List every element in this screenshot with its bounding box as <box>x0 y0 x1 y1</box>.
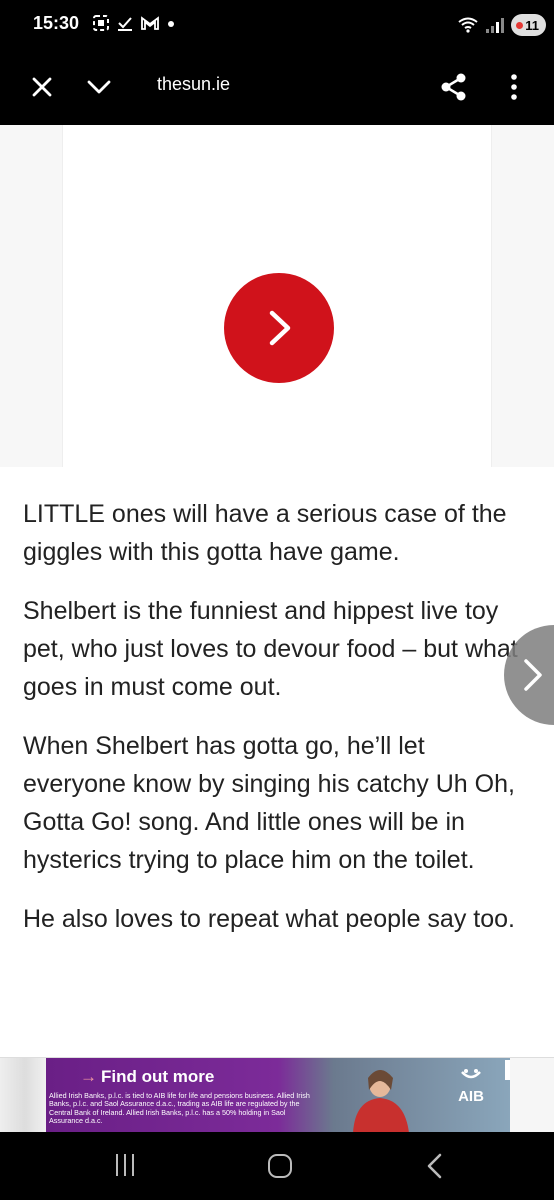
back-icon[interactable] <box>423 1152 447 1180</box>
dot-icon <box>168 21 174 27</box>
notification-icons <box>92 14 176 32</box>
cta-label: Find out more <box>101 1067 215 1086</box>
status-bar: 15:30 11 <box>0 0 554 50</box>
banner-edge <box>0 1058 50 1133</box>
status-time: 15:30 <box>33 13 80 33</box>
article-paragraph: He also loves to repeat what people say … <box>23 905 515 933</box>
download-done-icon <box>118 17 132 31</box>
recent-apps-icon[interactable] <box>113 1154 137 1178</box>
article-paragraph: Shelbert is the funniest and hippest liv… <box>23 597 518 701</box>
ad-person-image <box>353 1070 409 1133</box>
battery-level: 11 <box>525 17 539 33</box>
find-out-more-link[interactable]: → Find out more <box>80 1067 214 1087</box>
ad-banner: → Find out more Allied Irish Banks, p.l.c… <box>0 1057 554 1133</box>
browser-toolbar: thesun.ie <box>0 50 554 125</box>
navigation-bar <box>0 1132 554 1200</box>
video-ad-area <box>0 125 554 467</box>
more-vert-icon <box>511 74 517 100</box>
more-options-button[interactable] <box>500 69 528 105</box>
close-icon <box>32 77 52 97</box>
battery-icon: 11 <box>511 14 546 36</box>
chevron-right-icon <box>524 659 542 691</box>
wifi-icon <box>458 17 478 33</box>
battery-low-dot <box>516 21 524 29</box>
video-player[interactable] <box>62 125 492 467</box>
gmail-icon <box>141 16 159 30</box>
aib-ad[interactable]: → Find out more Allied Irish Banks, p.l.c… <box>46 1058 510 1133</box>
article-body: LITTLE ones will have a serious case of … <box>23 495 528 959</box>
minimize-button[interactable] <box>82 70 116 104</box>
aib-logo: AIB <box>451 1068 491 1105</box>
screenshot-icon <box>93 15 109 31</box>
chevron-right-icon <box>269 310 291 346</box>
ad-fine-print: Allied Irish Banks, p.l.c. is tied to AI… <box>49 1091 310 1125</box>
url-text[interactable]: thesun.ie <box>157 74 230 95</box>
article-paragraph: When Shelbert has gotta go, he’ll let ev… <box>23 732 515 874</box>
arrow-right-icon: → <box>80 1067 97 1086</box>
aib-brand: AIB <box>458 1088 484 1105</box>
aib-mark-icon <box>461 1069 481 1079</box>
article-paragraph: LITTLE ones will have a serious case of … <box>23 500 507 566</box>
banner-edge <box>510 1058 554 1133</box>
close-button[interactable] <box>25 70 59 104</box>
play-button[interactable] <box>224 273 334 383</box>
home-icon[interactable] <box>268 1154 292 1178</box>
share-icon <box>441 73 466 101</box>
signal-icon <box>486 18 505 33</box>
chevron-down-icon <box>87 80 111 94</box>
web-page: LITTLE ones will have a serious case of … <box>0 125 554 1057</box>
share-button[interactable] <box>436 69 472 105</box>
status-right: 11 <box>457 14 546 36</box>
